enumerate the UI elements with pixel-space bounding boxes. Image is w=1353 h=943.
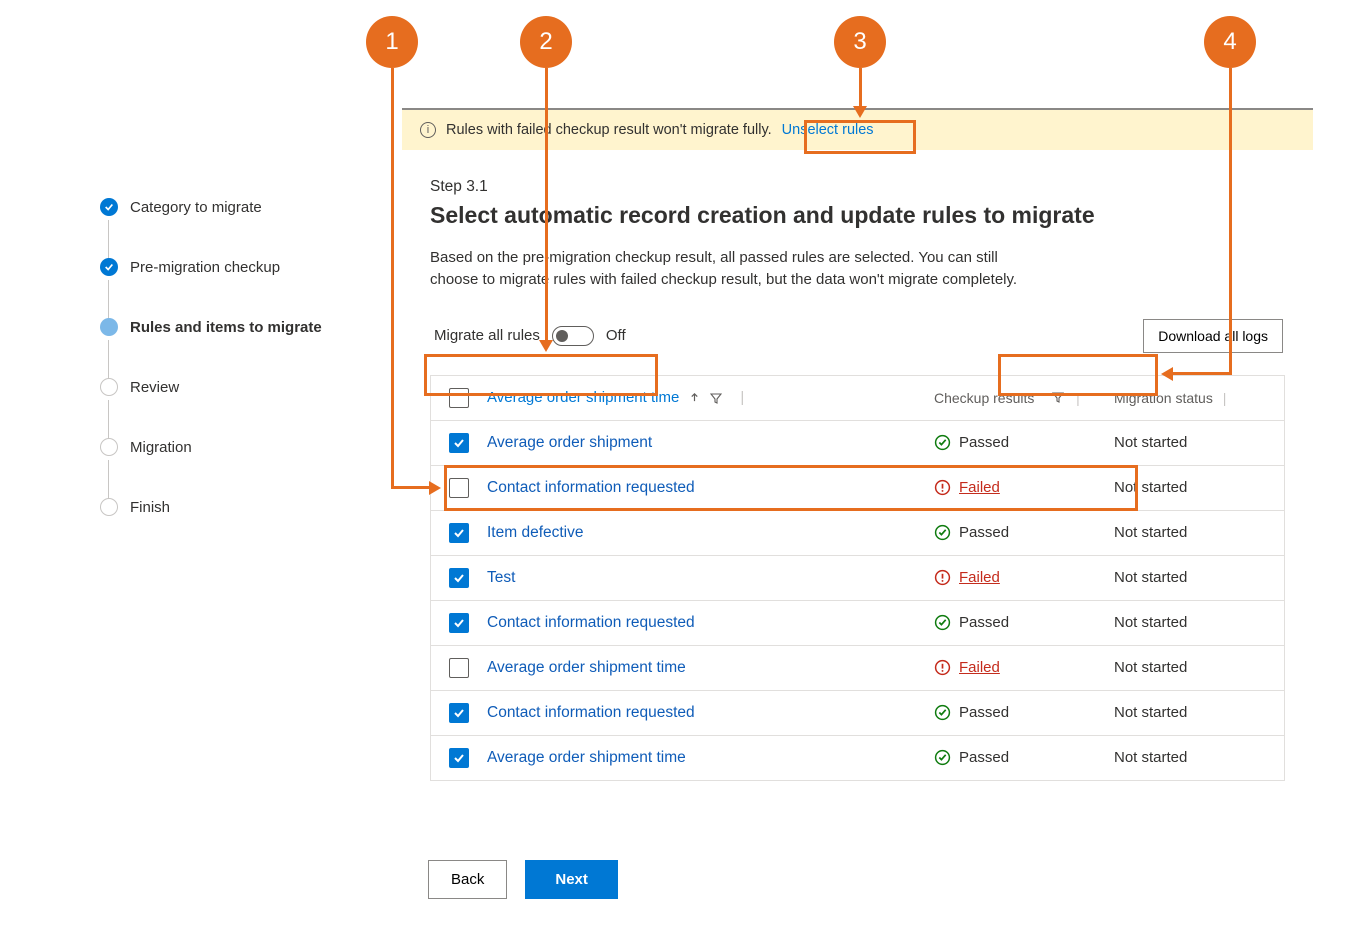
row-checkbox[interactable] xyxy=(449,523,469,543)
column-header-name[interactable]: Average order shipment time | xyxy=(487,389,934,406)
row-checkbox[interactable] xyxy=(449,433,469,453)
table-row[interactable]: Contact information requested FailedNot s… xyxy=(431,466,1284,511)
migration-status: Not started xyxy=(1114,434,1284,451)
wizard-step[interactable]: Review xyxy=(100,378,360,396)
step-label: Finish xyxy=(130,499,170,516)
rule-name-link[interactable]: Average order shipment time xyxy=(487,749,686,766)
row-checkbox[interactable] xyxy=(449,748,469,768)
callout-arrow-2 xyxy=(545,68,548,342)
table-row[interactable]: Average order shipment PassedNot started xyxy=(431,421,1284,466)
step-bullet-icon xyxy=(100,198,118,216)
checkup-result[interactable]: Failed xyxy=(934,659,1114,676)
step-label: Review xyxy=(130,379,179,396)
toggle-state: Off xyxy=(606,327,626,344)
row-checkbox[interactable] xyxy=(449,703,469,723)
main-panel: i Rules with failed checkup result won't… xyxy=(402,108,1313,781)
callout-badge-4: 4 xyxy=(1204,16,1256,68)
column-header-migration[interactable]: Migration status | xyxy=(1114,390,1284,406)
wizard-footer: Back Next xyxy=(428,860,618,899)
callout-arrow-1 xyxy=(391,68,394,489)
callout-arrow-4 xyxy=(1172,372,1230,375)
checkup-result: Passed xyxy=(934,524,1114,541)
wizard-step[interactable]: Migration xyxy=(100,438,360,456)
callout-arrow-3 xyxy=(859,68,862,108)
checkup-result: Passed xyxy=(934,704,1114,721)
step-label: Rules and items to migrate xyxy=(130,319,322,336)
migration-status: Not started xyxy=(1114,524,1284,541)
rule-name-link[interactable]: Average order shipment time xyxy=(487,659,686,676)
checkup-result: Passed xyxy=(934,749,1114,766)
callout-arrowhead-1 xyxy=(429,481,441,495)
next-button[interactable]: Next xyxy=(525,860,618,899)
checkup-result[interactable]: Failed xyxy=(934,569,1114,586)
step-bullet-icon xyxy=(100,378,118,396)
filter-icon[interactable] xyxy=(1052,391,1064,403)
callout-badge-1: 1 xyxy=(366,16,418,68)
sort-asc-icon[interactable] xyxy=(689,392,700,403)
wizard-steps-sidebar: Category to migrate Pre-migration checkup… xyxy=(100,198,360,558)
toggle-label: Migrate all rules xyxy=(434,327,540,344)
wizard-step[interactable]: Finish xyxy=(100,498,360,516)
rules-grid: Average order shipment time | Checkup re… xyxy=(430,375,1285,781)
filter-icon[interactable] xyxy=(710,392,722,404)
download-all-logs-button[interactable]: Download all logs xyxy=(1143,319,1283,353)
table-row[interactable]: Item defective PassedNot started xyxy=(431,511,1284,556)
step-bullet-icon xyxy=(100,258,118,276)
wizard-step[interactable]: Pre-migration checkup xyxy=(100,258,360,276)
checkup-result[interactable]: Failed xyxy=(934,479,1114,496)
info-bar-text: Rules with failed checkup result won't m… xyxy=(446,122,772,138)
step-label: Category to migrate xyxy=(130,199,262,216)
row-checkbox[interactable] xyxy=(449,613,469,633)
step-label: Pre-migration checkup xyxy=(130,259,280,276)
row-checkbox[interactable] xyxy=(449,568,469,588)
migration-status: Not started xyxy=(1114,749,1284,766)
row-checkbox[interactable] xyxy=(449,478,469,498)
callout-arrowhead-4 xyxy=(1161,367,1173,381)
migration-status: Not started xyxy=(1114,479,1284,496)
migration-status: Not started xyxy=(1114,614,1284,631)
rule-name-link[interactable]: Item defective xyxy=(487,524,584,541)
table-row[interactable]: Test FailedNot started xyxy=(431,556,1284,601)
toggle-switch[interactable] xyxy=(552,326,594,346)
back-button[interactable]: Back xyxy=(428,860,507,899)
rule-name-link[interactable]: Contact information requested xyxy=(487,479,695,496)
callout-badge-3: 3 xyxy=(834,16,886,68)
step-number: Step 3.1 xyxy=(430,178,1285,196)
migration-status: Not started xyxy=(1114,569,1284,586)
unselect-rules-link[interactable]: Unselect rules xyxy=(782,122,874,138)
step-bullet-icon xyxy=(100,438,118,456)
checkup-result: Passed xyxy=(934,614,1114,631)
rule-name-link[interactable]: Contact information requested xyxy=(487,704,695,721)
wizard-step[interactable]: Rules and items to migrate xyxy=(100,318,360,336)
table-row[interactable]: Contact information requested PassedNot s… xyxy=(431,601,1284,646)
migration-status: Not started xyxy=(1114,659,1284,676)
grid-header-row: Average order shipment time | Checkup re… xyxy=(431,376,1284,421)
rule-name-link[interactable]: Contact information requested xyxy=(487,614,695,631)
migrate-all-toggle[interactable]: Migrate all rules Off xyxy=(430,320,636,352)
table-row[interactable]: Average order shipment time PassedNot sta… xyxy=(431,736,1284,781)
row-checkbox[interactable] xyxy=(449,658,469,678)
rule-name-link[interactable]: Average order shipment xyxy=(487,434,652,451)
callout-arrowhead-3 xyxy=(853,106,867,118)
migration-status: Not started xyxy=(1114,704,1284,721)
table-row[interactable]: Average order shipment time FailedNot sta… xyxy=(431,646,1284,691)
callout-badge-2: 2 xyxy=(520,16,572,68)
checkup-result: Passed xyxy=(934,434,1114,451)
table-row[interactable]: Contact information requested PassedNot s… xyxy=(431,691,1284,736)
step-description: Based on the pre-migration checkup resul… xyxy=(430,247,1050,291)
step-bullet-icon xyxy=(100,498,118,516)
step-title: Select automatic record creation and upd… xyxy=(430,202,1285,229)
step-label: Migration xyxy=(130,439,192,456)
info-icon: i xyxy=(420,122,436,138)
callout-arrowhead-2 xyxy=(539,340,553,352)
callout-arrow-4 xyxy=(1229,68,1232,375)
column-header-checkup[interactable]: Checkup results | xyxy=(934,390,1114,406)
select-all-checkbox[interactable] xyxy=(449,388,469,408)
wizard-step[interactable]: Category to migrate xyxy=(100,198,360,216)
callout-arrow-1 xyxy=(391,486,431,489)
rule-name-link[interactable]: Test xyxy=(487,569,515,586)
step-bullet-icon xyxy=(100,318,118,336)
